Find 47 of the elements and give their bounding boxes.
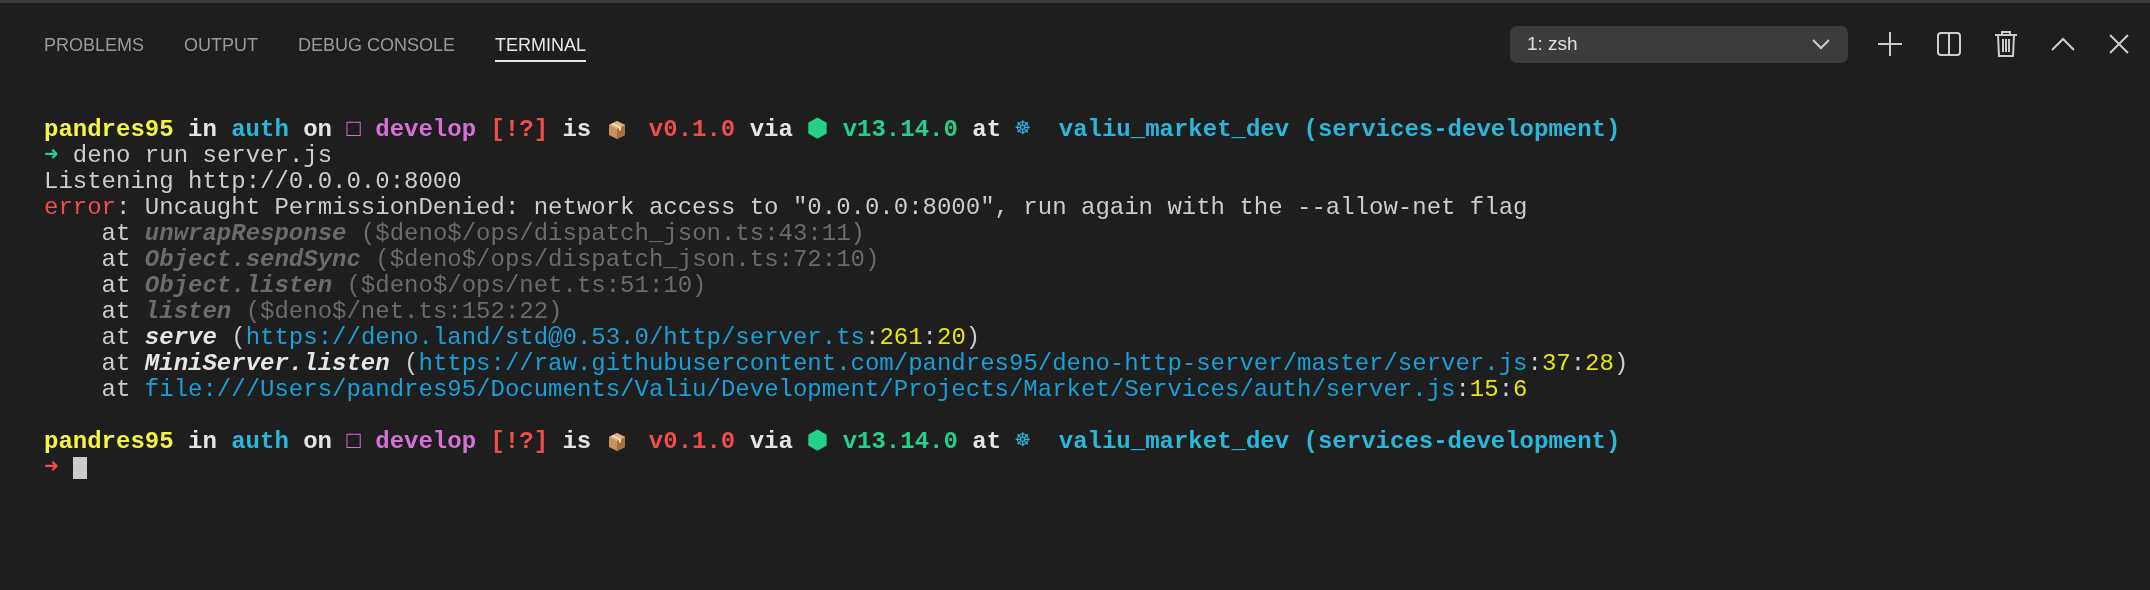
panel-tab[interactable]: OUTPUT bbox=[184, 26, 259, 62]
panel-tab[interactable]: DEBUG CONSOLE bbox=[298, 26, 456, 62]
prompt-text: is bbox=[562, 117, 592, 143]
prompt-text: ⬢ v13.14.0 bbox=[807, 429, 958, 455]
panel-tab[interactable]: PROBLEMS bbox=[44, 26, 145, 62]
terminal-line: ➜ deno run server.js bbox=[44, 143, 333, 169]
prompt-text: □ develop bbox=[346, 429, 477, 455]
terminal-line: at Object.listen ($deno$/ops/net.ts:51:10) bbox=[100, 273, 707, 299]
terminal-line: at Object.sendSync ($deno$/ops/dispatch_json.ts:72:10) bbox=[100, 247, 880, 273]
panel-tab[interactable]: TERMINAL bbox=[495, 26, 587, 62]
plus-icon[interactable] bbox=[1876, 30, 1904, 58]
terminal-line: at serve (https://deno.land/std@0.53.0/http/server.ts:261:20) bbox=[100, 325, 981, 351]
prompt-arrow: ➜ bbox=[44, 455, 59, 481]
prompt-text: auth bbox=[231, 117, 289, 143]
prompt-text: on bbox=[303, 429, 333, 455]
prompt-text: v0.1.0 bbox=[648, 117, 736, 143]
prompt-text: via bbox=[749, 429, 793, 455]
prompt-text: □ develop bbox=[346, 117, 477, 143]
chevron-down-icon bbox=[1811, 38, 1831, 50]
prompt-text: ☸ valiu_market_dev (services-development) bbox=[1015, 117, 1621, 143]
terminal-line: at MiniServer.listen (https://raw.githubusercontent.com/pandres95/deno-http-server/master/server.js:37:28) bbox=[100, 351, 1629, 377]
prompt-text: in bbox=[188, 117, 217, 143]
prompt-text: in bbox=[188, 429, 217, 455]
prompt-text: auth bbox=[231, 429, 289, 455]
prompt-text: at bbox=[972, 429, 1002, 455]
trash-icon[interactable] bbox=[1994, 30, 2018, 58]
prompt-text: [!?] bbox=[490, 429, 549, 455]
close-icon[interactable] bbox=[2108, 33, 2130, 55]
terminal-line: error: Uncaught PermissionDenied: network access to "0.0.0.0:8000", run again with the --allow-net flag bbox=[44, 195, 1528, 221]
terminal-dropdown[interactable]: 1: zsh bbox=[1510, 25, 1848, 63]
terminal-line: Listening http://0.0.0.0:8000 bbox=[44, 169, 462, 195]
prompt-text: via bbox=[749, 117, 793, 143]
prompt-text: pandres95 bbox=[44, 117, 174, 143]
prompt-text: pandres95 bbox=[44, 429, 174, 455]
text-cursor bbox=[72, 457, 87, 479]
prompt-text: on bbox=[303, 117, 333, 143]
prompt-text: at bbox=[972, 117, 1002, 143]
prompt-text: ☸ valiu_market_dev (services-development) bbox=[1015, 429, 1621, 455]
prompt-text: v0.1.0 bbox=[648, 429, 736, 455]
terminal-line: at listen ($deno$/net.ts:152:22) bbox=[100, 299, 563, 325]
chevron-up-icon[interactable] bbox=[2050, 36, 2076, 52]
prompt-text: ⬢ v13.14.0 bbox=[807, 117, 958, 143]
prompt-text: [!?] bbox=[490, 117, 549, 143]
terminal-line: at file:///Users/pandres95/Documents/Valiu/Development/Projects/Market/Services/auth/server.js:15:6 bbox=[100, 377, 1528, 403]
terminal-line: at unwrapResponse ($deno$/ops/dispatch_json.ts:43:11) bbox=[100, 221, 865, 247]
split-icon[interactable] bbox=[1936, 31, 1962, 57]
prompt-text: is bbox=[562, 429, 592, 455]
